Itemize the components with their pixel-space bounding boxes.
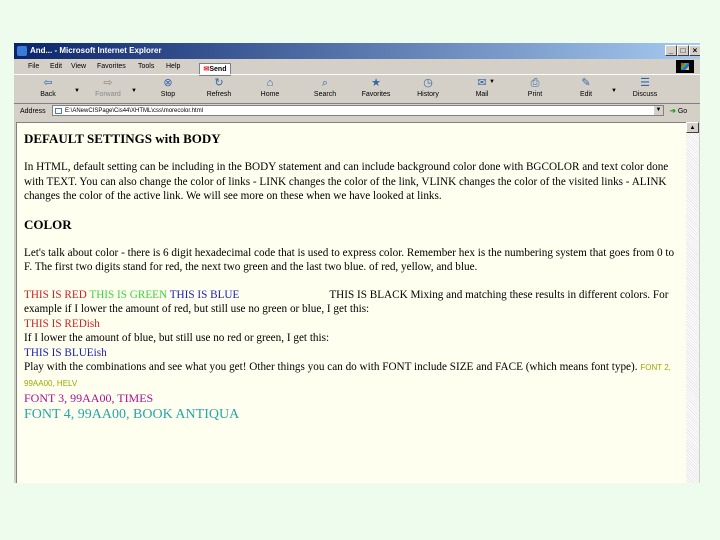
windows-logo-icon (676, 60, 694, 73)
window-title: And... - Microsoft Internet Explorer (30, 46, 162, 55)
browser-window: And... - Microsoft Internet Explorer _ □… (14, 43, 700, 483)
go-label: Go (677, 108, 688, 115)
address-label: Address (20, 108, 46, 115)
page-icon (55, 108, 62, 114)
back-button[interactable]: ⇦ Back (36, 77, 60, 98)
play-paragraph: Play with the combinations and see what … (24, 360, 680, 391)
paragraph-color: Let's talk about color - there is 6 digi… (24, 246, 675, 274)
menu-file[interactable]: File (28, 59, 39, 74)
stop-icon: ⊗ (163, 77, 173, 89)
address-bar: Address E:\ANewCISPage\Cis44\XHTML\css\m… (14, 103, 700, 120)
menu-help[interactable]: Help (166, 59, 180, 74)
heading-color: COLOR (24, 216, 72, 232)
print-icon: ⎙ (530, 77, 540, 89)
green-text: THIS IS GREEN (89, 288, 168, 301)
page-content: DEFAULT SETTINGS with BODY In HTML, defa… (16, 122, 686, 483)
minimize-button[interactable]: _ (665, 45, 677, 56)
blueish-text: THIS IS BLUEish (24, 346, 107, 359)
blue-text: THIS IS BLUE (169, 288, 240, 301)
search-button[interactable]: ⌕ Search (312, 77, 338, 98)
go-button[interactable]: ➔ Go (670, 103, 687, 120)
color-demo-paragraph: THIS IS RED THIS IS GREEN THIS IS BLUE TH… (24, 288, 680, 317)
refresh-button[interactable]: ↻ Refresh (204, 77, 234, 98)
go-arrow-icon: ➔ (670, 108, 676, 115)
vertical-scrollbar[interactable]: ▲ (686, 122, 699, 483)
menu-bar: File Edit View Favorites Tools Help ✉Sen… (14, 59, 700, 76)
home-button[interactable]: ⌂ Home (258, 77, 282, 98)
ie-icon (17, 46, 27, 56)
menu-edit[interactable]: Edit (50, 59, 62, 74)
play-text: Play with the combinations and see what … (24, 361, 638, 373)
mail-icon: ✉ (477, 77, 487, 89)
edit-button[interactable]: ✎ Edit (577, 77, 595, 98)
favorites-button[interactable]: ★ Favorites (360, 77, 392, 98)
refresh-icon: ↻ (214, 77, 224, 89)
discuss-icon: ☰ (640, 77, 650, 89)
favorites-icon: ★ (371, 77, 381, 89)
search-icon: ⌕ (321, 77, 329, 89)
close-button[interactable]: × (689, 45, 700, 56)
edit-icon: ✎ (581, 77, 591, 89)
forward-dropdown-icon[interactable]: ▼ (131, 88, 137, 94)
address-input[interactable]: E:\ANewCISPage\Cis44\XHTML\css\morecolor… (52, 105, 664, 116)
font3-sample: FONT 3, 99AA00, TIMES (24, 391, 154, 405)
forward-button[interactable]: ⇨ Forward (92, 77, 124, 98)
menu-tools[interactable]: Tools (138, 59, 154, 74)
history-icon: ◷ (423, 77, 433, 89)
scroll-up-icon[interactable]: ▲ (686, 122, 699, 133)
history-button[interactable]: ◷ History (414, 77, 442, 98)
menu-favorites[interactable]: Favorites (97, 59, 126, 74)
back-dropdown-icon[interactable]: ▼ (74, 88, 80, 94)
redish-text: THIS IS REDish (24, 317, 100, 330)
paragraph-default-settings: In HTML, default setting can be includin… (24, 161, 669, 202)
heading-default-settings: DEFAULT SETTINGS with BODY (24, 131, 221, 146)
back-arrow-icon: ⇦ (43, 77, 53, 89)
forward-arrow-icon: ⇨ (103, 77, 113, 89)
edit-dropdown-icon[interactable]: ▼ (611, 88, 617, 94)
menu-view[interactable]: View (71, 59, 86, 74)
send-label: Send (209, 66, 227, 73)
home-icon: ⌂ (266, 77, 274, 89)
maximize-button[interactable]: □ (677, 45, 689, 56)
discuss-button[interactable]: ☰ Discuss (631, 77, 659, 98)
lower-blue-text: If I lower the amount of blue, but still… (24, 332, 330, 344)
red-text: THIS IS RED (24, 288, 87, 301)
print-button[interactable]: ⎙ Print (525, 77, 545, 98)
toolbar: ⇦ Back ▼ ⇨ Forward ▼ ⊗ Stop ↻ Refresh ⌂ Home … (14, 74, 700, 104)
title-bar: And... - Microsoft Internet Explorer _ □… (14, 43, 700, 59)
font4-sample: FONT 4, 99AA00, BOOK ANTIQUA (24, 407, 240, 422)
address-url: E:\ANewCISPage\Cis44\XHTML\css\morecolor… (65, 108, 204, 114)
mail-dropdown-icon[interactable]: ▼ (489, 79, 495, 85)
stop-button[interactable]: ⊗ Stop (158, 77, 178, 98)
address-dropdown-icon[interactable]: ▼ (654, 106, 663, 115)
